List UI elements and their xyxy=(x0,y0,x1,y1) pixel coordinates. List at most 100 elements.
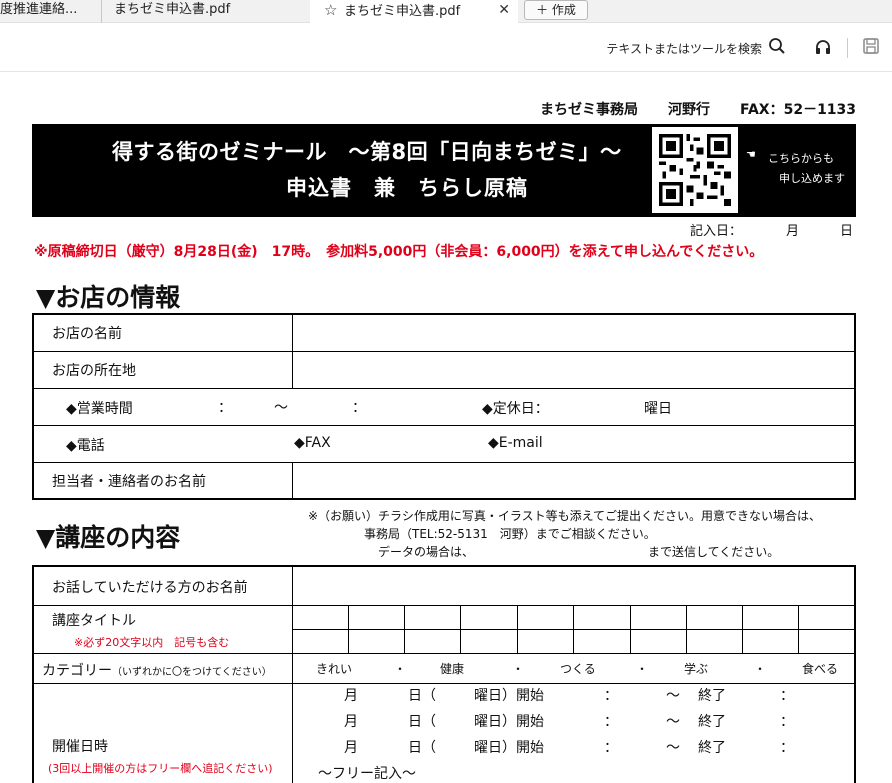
divider xyxy=(292,684,293,783)
month-label: 月 xyxy=(344,688,358,704)
closed-day-suffix: 曜日 xyxy=(644,401,672,417)
note-line: 事務局（TEL:52-5131 河野）までご相談ください。 xyxy=(364,527,656,541)
star-icon[interactable]: ☆ xyxy=(324,0,340,20)
grid-line xyxy=(348,606,349,654)
category-title: カテゴリー xyxy=(42,663,112,679)
time-colon: ： xyxy=(780,714,794,730)
row-course-title: 講座タイトル ※必ず20文字以内 記号も含む xyxy=(34,606,854,654)
divider xyxy=(292,654,293,683)
entry-date-label: 記入日： xyxy=(690,224,743,239)
row-contacts: ◆電話 ◆FAX ◆E-mail xyxy=(34,426,854,463)
hours-tilde: ～ xyxy=(274,400,288,416)
tab-1[interactable]: 度推進連絡... xyxy=(0,0,100,23)
pdf-toolbar: テキストまたはツールを検索 xyxy=(0,24,892,72)
entry-date-day: 日 xyxy=(840,224,854,239)
row-shop-name: お店の名前 xyxy=(34,315,854,352)
course-info-form: お話していただける方のお名前 講座タイトル ※必ず20文字以内 記号も含む カテ… xyxy=(32,565,856,783)
hours-label: ◆営業時間 xyxy=(66,401,133,417)
row-shop-address: お店の所在地 xyxy=(34,352,854,389)
category-separator: ・ xyxy=(636,662,649,676)
time-colon: ： xyxy=(604,740,618,756)
new-tab-button[interactable]: ＋ 作成 xyxy=(524,0,588,20)
time-colon: ： xyxy=(780,688,794,704)
shop-address-label: お店の所在地 xyxy=(52,363,136,379)
speaker-label: お話していただける方のお名前 xyxy=(52,580,248,596)
read-aloud-icon[interactable] xyxy=(814,38,832,56)
grid-line xyxy=(630,606,631,654)
hours-colon: ： xyxy=(352,400,366,416)
category-label: カテゴリー（いずれかに〇をつけてください） xyxy=(42,660,272,680)
tab-2[interactable]: まちゼミ申込書.pdf xyxy=(101,0,309,23)
time-colon: ： xyxy=(780,740,794,756)
entry-date: 記入日： 月 日 xyxy=(690,220,853,239)
grid-line xyxy=(404,606,405,654)
month-label: 月 xyxy=(344,714,358,730)
entry-date-month: 月 xyxy=(786,224,800,239)
time-tilde: ～ xyxy=(666,714,680,730)
category-option-eat[interactable]: 食べる xyxy=(802,660,838,677)
tab-label: まちゼミ申込書.pdf xyxy=(344,4,461,19)
month-label: 月 xyxy=(344,740,358,756)
category-option-learn[interactable]: 学ぶ xyxy=(684,660,708,677)
note-line: ※（お願い）チラシ作成用に写真・イラスト等も添えてご提出ください。用意できない場… xyxy=(308,509,821,523)
tab-3-active[interactable]: ☆ まちゼミ申込書.pdf ✕ xyxy=(310,0,518,24)
search-icon[interactable] xyxy=(768,37,786,55)
free-entry-label: ～フリー記入～ xyxy=(318,766,416,782)
row-contact-person: 担当者・連絡者のお名前 xyxy=(34,463,854,498)
closed-day-label: ◆定休日： xyxy=(482,401,549,417)
qr-caption-2: 申し込めます xyxy=(779,172,845,185)
tab-label: まちゼミ申込書.pdf xyxy=(114,2,231,17)
grid-line xyxy=(573,606,574,654)
title-character-grid[interactable] xyxy=(292,606,854,654)
end-label: 終了 xyxy=(698,688,726,704)
tab-label: 度推進連絡... xyxy=(0,2,78,17)
email-label: ◆E-mail xyxy=(488,435,543,451)
schedule-note: (3回以上開催の方はフリー欄へ追記ください) xyxy=(48,762,273,775)
office-fax: FAX：52－1133 xyxy=(740,102,857,118)
row-category: カテゴリー（いずれかに〇をつけてください） きれい ・ 健康 ・ つくる ・ 学… xyxy=(34,654,854,684)
grid-line xyxy=(686,606,687,654)
start-label: 曜日）開始 xyxy=(474,740,544,756)
note-line: データの場合は、 まで送信してください。 xyxy=(378,545,780,559)
category-separator: ・ xyxy=(754,662,767,676)
photo-request-notes: ※（お願い）チラシ作成用に写真・イラスト等も添えてご提出ください。用意できない場… xyxy=(308,507,821,561)
search-label[interactable]: テキストまたはツールを検索 xyxy=(606,40,762,57)
title-banner: 得する街のゼミナール ～第8回「日向まちゼミ」～ 申込書 兼 ちらし原稿 ☚ こ… xyxy=(32,124,856,217)
category-option-beauty[interactable]: きれい xyxy=(316,660,352,677)
course-title-note: ※必ず20文字以内 記号も含む xyxy=(74,636,230,649)
divider xyxy=(292,315,293,351)
row-schedule: 開催日時 (3回以上開催の方はフリー欄へ追記ください) xyxy=(34,684,854,783)
pointing-hand-icon: ☚ xyxy=(746,148,756,161)
time-tilde: ～ xyxy=(666,740,680,756)
section-title-course: ▼講座の内容 xyxy=(36,523,181,552)
schedule-label: 開催日時 xyxy=(52,739,108,755)
office-info: まちゼミ事務局 河野行 FAX：52－1133 xyxy=(540,99,856,119)
grid-line xyxy=(798,606,799,654)
day-label: 日（ xyxy=(408,688,436,704)
grid-line xyxy=(460,606,461,654)
grid-line xyxy=(517,606,518,654)
time-colon: ： xyxy=(604,714,618,730)
close-icon[interactable]: ✕ xyxy=(498,0,510,20)
banner-subtitle: 申込書 兼 ちらし原稿 xyxy=(286,176,528,200)
qr-code xyxy=(652,127,738,213)
office-name: まちゼミ事務局 xyxy=(540,102,638,118)
grid-line xyxy=(742,606,743,654)
shop-name-label: お店の名前 xyxy=(52,326,122,342)
end-label: 終了 xyxy=(698,740,726,756)
end-label: 終了 xyxy=(698,714,726,730)
course-title-label: 講座タイトル xyxy=(52,613,136,629)
banner-title: 得する街のゼミナール ～第8回「日向まちゼミ」～ xyxy=(112,140,622,164)
start-label: 曜日）開始 xyxy=(474,714,544,730)
save-icon[interactable] xyxy=(862,37,880,55)
category-option-health[interactable]: 健康 xyxy=(440,660,464,677)
category-separator: ・ xyxy=(512,662,525,676)
qr-caption-1: こちらからも xyxy=(768,152,834,165)
time-tilde: ～ xyxy=(666,688,680,704)
hours-colon: ： xyxy=(218,400,232,416)
category-option-make[interactable]: つくる xyxy=(560,660,596,677)
phone-label: ◆電話 xyxy=(66,438,105,454)
tab-bar: 度推進連絡... まちゼミ申込書.pdf ☆ まちゼミ申込書.pdf ✕ ＋ 作成 xyxy=(0,0,892,24)
divider xyxy=(292,352,293,388)
row-hours: ◆営業時間 ： ～ ： ◆定休日： 曜日 xyxy=(34,389,854,426)
